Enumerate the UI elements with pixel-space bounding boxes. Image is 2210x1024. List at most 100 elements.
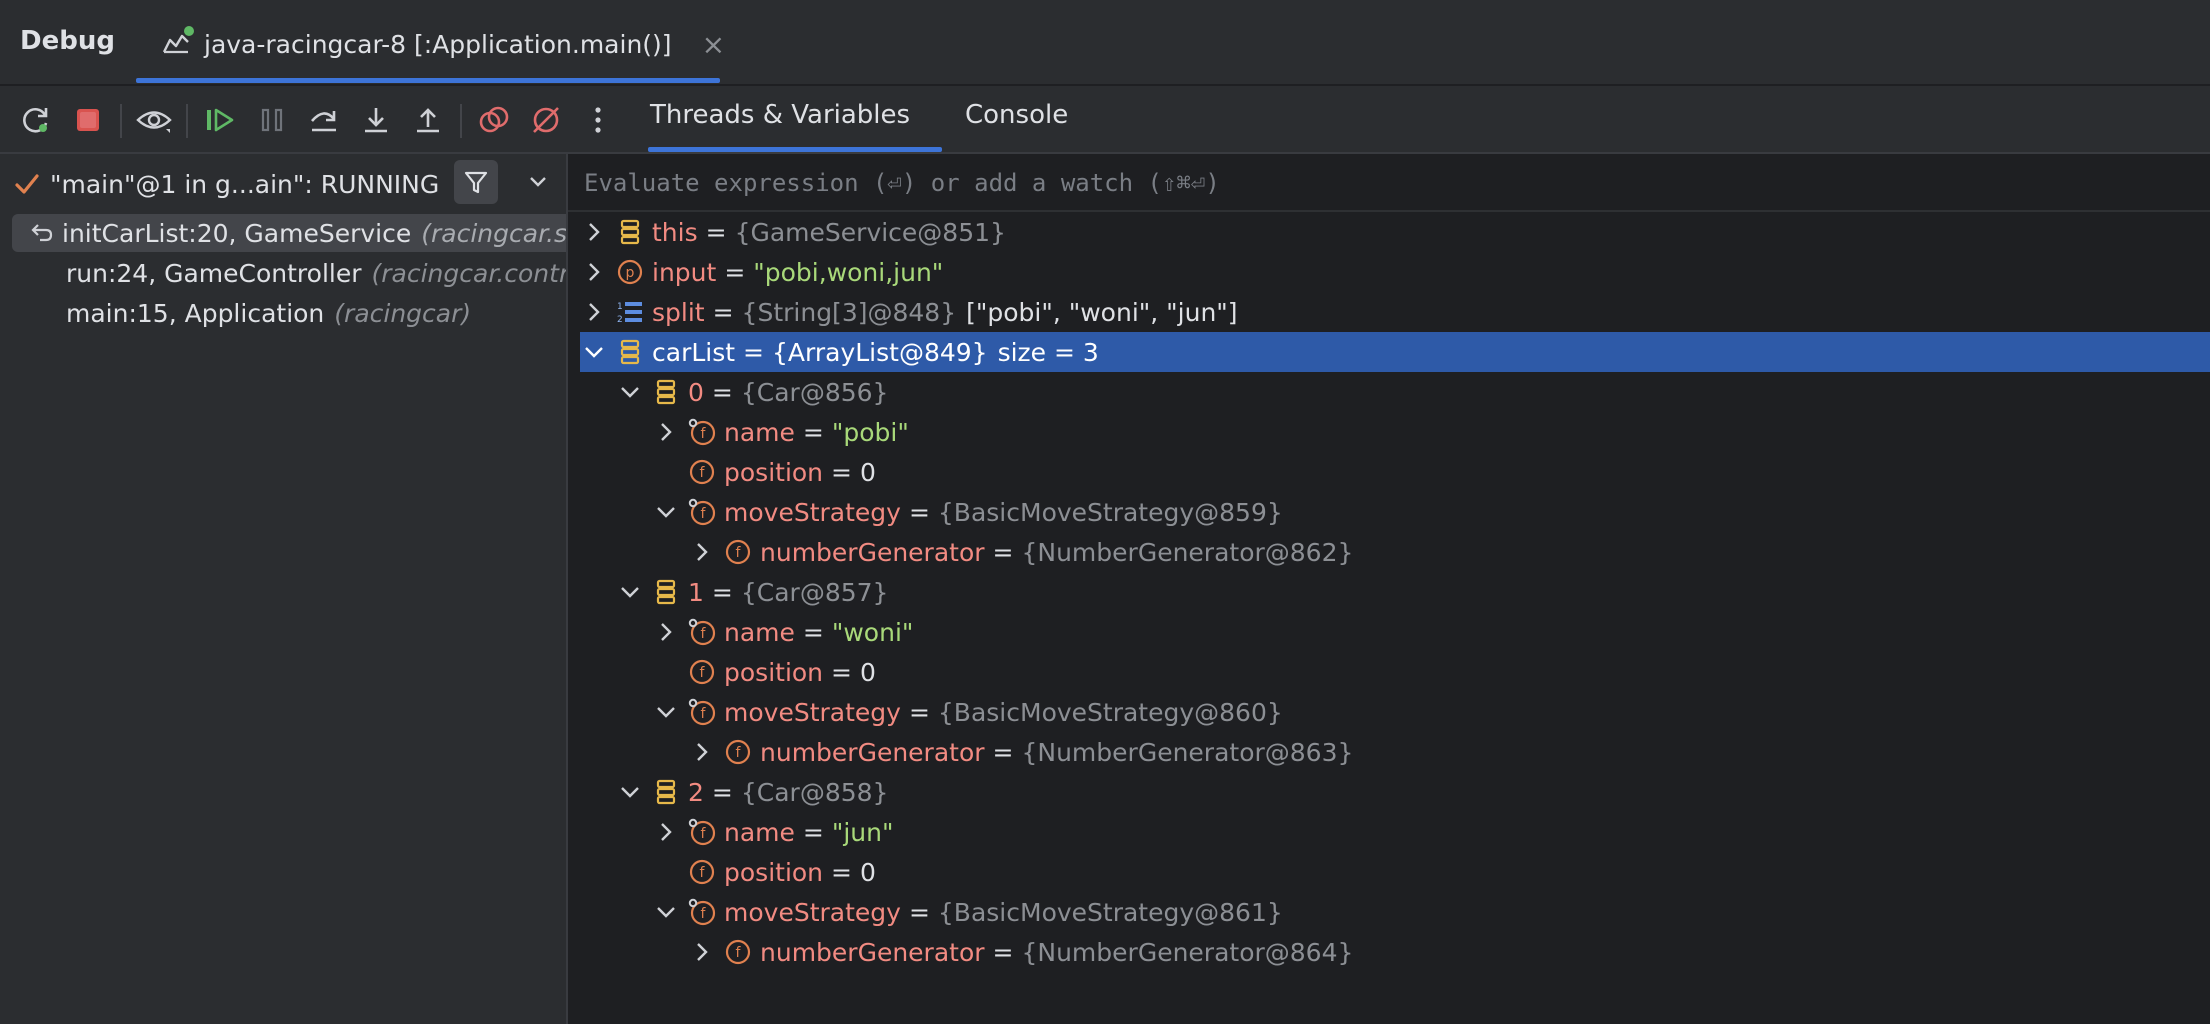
equals-sign: =: [802, 817, 824, 847]
chevron-right-icon[interactable]: [688, 738, 716, 766]
chevron-right-icon[interactable]: [652, 818, 680, 846]
frame-method: main:15, Application: [66, 298, 325, 328]
chevron-down-icon[interactable]: [524, 168, 552, 196]
variable-row[interactable]: f name = "woni": [652, 612, 913, 652]
equals-sign: =: [711, 777, 733, 807]
view-all-breakpoints-icon[interactable]: [474, 100, 514, 140]
svg-text:p: p: [626, 265, 635, 281]
toolbar-separator: [186, 104, 188, 138]
svg-text:f: f: [736, 745, 742, 761]
tab-console[interactable]: Console: [965, 100, 1068, 130]
chevron-down-icon[interactable]: [616, 378, 644, 406]
variable-name: input: [652, 257, 717, 287]
variable-row[interactable]: f moveStrategy = {BasicMoveStrategy@860}: [652, 692, 1283, 732]
variable-value: "pobi": [831, 417, 909, 447]
chevron-right-icon[interactable]: [580, 298, 608, 326]
variable-extra: size = 3: [997, 337, 1099, 367]
final-field-icon: f: [688, 618, 716, 646]
field-icon: f: [724, 538, 752, 566]
field-icon: f: [688, 858, 716, 886]
chevron-right-icon[interactable]: [688, 538, 716, 566]
variable-row[interactable]: f moveStrategy = {BasicMoveStrategy@861}: [652, 892, 1283, 932]
parameter-icon: p: [616, 258, 644, 286]
variable-value: 0: [859, 457, 876, 487]
variable-name: 0: [688, 377, 704, 407]
chevron-down-icon[interactable]: [652, 698, 680, 726]
variable-row[interactable]: carList = {ArrayList@849} size = 3: [580, 332, 2210, 372]
chevron-down-icon[interactable]: [580, 338, 608, 366]
session-title: java-racingcar-8 [:Application.main()]: [204, 29, 672, 59]
variable-row[interactable]: f position = 0: [652, 452, 876, 492]
variable-value: {ArrayList@849}: [772, 337, 988, 367]
pause-icon[interactable]: [252, 100, 292, 140]
close-icon[interactable]: ×: [702, 28, 725, 61]
rerun-icon[interactable]: [16, 100, 56, 140]
chevron-down-icon[interactable]: [616, 578, 644, 606]
variable-row[interactable]: f position = 0: [652, 852, 876, 892]
variable-name: numberGenerator: [760, 937, 985, 967]
variable-row[interactable]: p input = "pobi,woni,jun": [580, 252, 943, 292]
filter-icon[interactable]: [454, 160, 498, 204]
more-icon[interactable]: [578, 100, 618, 140]
variable-value: {GameService@851}: [734, 217, 1006, 247]
final-field-icon: f: [688, 698, 716, 726]
variable-row[interactable]: f numberGenerator = {NumberGenerator@864}: [688, 932, 1353, 972]
variable-value: {String[3]@848}: [741, 297, 957, 327]
frame-item[interactable]: run:24, GameController (racingcar.contro: [12, 254, 566, 292]
chevron-right-icon[interactable]: [580, 258, 608, 286]
svg-text:f: f: [700, 865, 706, 881]
variable-value: {Car@858}: [740, 777, 889, 807]
variable-row[interactable]: f numberGenerator = {NumberGenerator@862}: [688, 532, 1353, 572]
equals-sign: =: [711, 577, 733, 607]
svg-text:f: f: [700, 465, 706, 481]
variable-name: carList: [652, 337, 736, 367]
chevron-right-icon[interactable]: [688, 938, 716, 966]
svg-text:f: f: [701, 826, 707, 842]
final-field-icon: f: [688, 898, 716, 926]
resume-icon[interactable]: [200, 100, 240, 140]
chevron-down-icon[interactable]: [652, 498, 680, 526]
variable-value: 0: [859, 857, 876, 887]
chevron-down-icon[interactable]: [616, 778, 644, 806]
equals-sign: =: [992, 737, 1014, 767]
thread-label: "main"@1 in g...ain": RUNNING: [50, 169, 440, 199]
variable-row[interactable]: f name = "pobi": [652, 412, 909, 452]
variable-row[interactable]: f moveStrategy = {BasicMoveStrategy@859}: [652, 492, 1283, 532]
variable-name: moveStrategy: [724, 497, 901, 527]
variable-row[interactable]: 1 2 split = {String[3]@848} ["pobi", "woni", …: [580, 292, 1238, 332]
step-out-icon[interactable]: [408, 100, 448, 140]
variable-name: split: [652, 297, 705, 327]
mute-breakpoints-icon[interactable]: [526, 100, 566, 140]
variable-row[interactable]: 0 = {Car@856}: [616, 372, 888, 412]
svg-text:2: 2: [617, 315, 623, 325]
svg-text:f: f: [701, 626, 707, 642]
thread-selector[interactable]: "main"@1 in g...ain": RUNNING: [14, 164, 439, 204]
chevron-right-icon[interactable]: [580, 218, 608, 246]
variable-row[interactable]: f numberGenerator = {NumberGenerator@863}: [688, 732, 1353, 772]
chevron-down-icon[interactable]: [652, 898, 680, 926]
variable-row[interactable]: this = {GameService@851}: [580, 212, 1006, 252]
session-tab[interactable]: java-racingcar-8 [:Application.main()] ×: [156, 16, 729, 80]
chevron-right-icon[interactable]: [652, 418, 680, 446]
variable-value: "woni": [831, 617, 914, 647]
array-icon: 12: [616, 298, 644, 326]
step-into-icon[interactable]: [356, 100, 396, 140]
view-breakpoints-icon[interactable]: [134, 100, 174, 140]
variable-name: position: [724, 457, 824, 487]
variable-row[interactable]: f name = "jun": [652, 812, 894, 852]
frame-item[interactable]: main:15, Application (racingcar): [12, 294, 566, 332]
equals-sign: =: [908, 897, 930, 927]
evaluate-expression-input[interactable]: [568, 160, 2210, 206]
variable-row[interactable]: 2 = {Car@858}: [616, 772, 888, 812]
object-icon: [616, 338, 644, 366]
stop-icon[interactable]: [68, 100, 108, 140]
frame-package: (racingcar.se: [421, 218, 566, 248]
chevron-right-icon[interactable]: [652, 618, 680, 646]
variable-value: {NumberGenerator@862}: [1021, 537, 1354, 567]
tab-threads-variables[interactable]: Threads & Variables: [650, 100, 910, 130]
frame-item[interactable]: initCarList:20, GameService (racingcar.s…: [12, 214, 566, 252]
variable-row[interactable]: 1 = {Car@857}: [616, 572, 888, 612]
step-over-icon[interactable]: [304, 100, 344, 140]
variable-row[interactable]: f position = 0: [652, 652, 876, 692]
